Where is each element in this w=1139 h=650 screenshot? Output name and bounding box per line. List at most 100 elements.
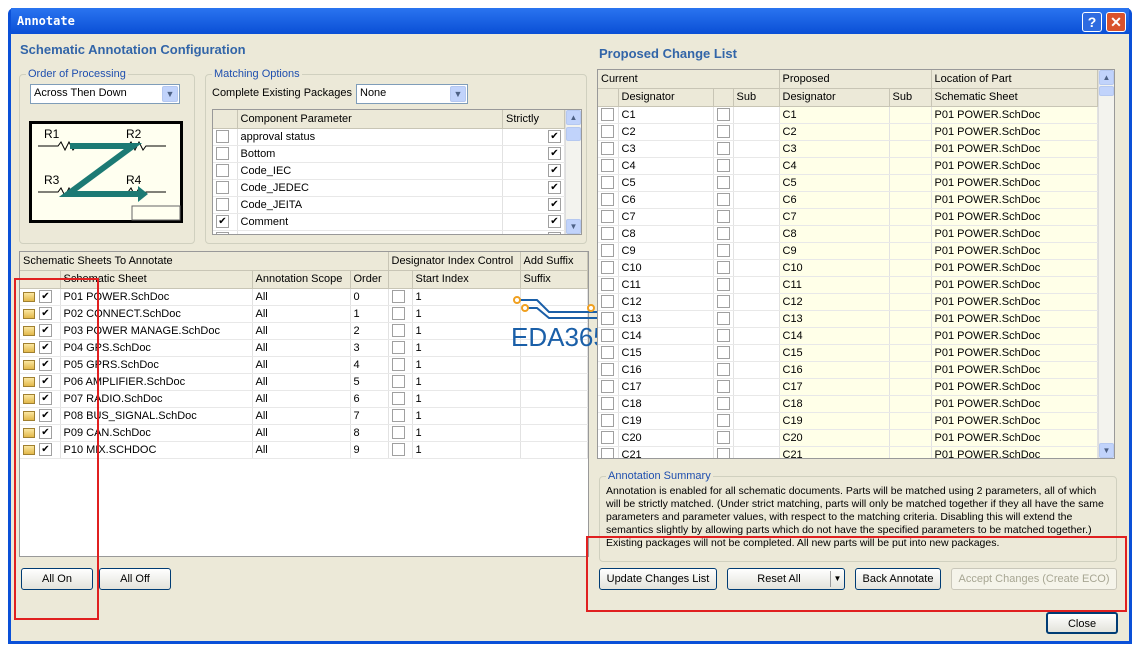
sub-checkbox[interactable] (713, 378, 734, 396)
close-button[interactable]: Close (1046, 612, 1118, 634)
checkbox[interactable] (601, 329, 614, 342)
start-index[interactable]: 1 (412, 288, 521, 306)
sub-checkbox[interactable] (713, 344, 734, 362)
checkbox[interactable] (716, 346, 730, 359)
change-checkbox[interactable] (598, 242, 619, 260)
order[interactable]: 0 (350, 288, 389, 306)
start-index[interactable]: 1 (412, 339, 521, 357)
start-index[interactable]: 1 (412, 441, 521, 459)
change-row[interactable]: C20 C20 P01 POWER.SchDoc (598, 429, 1098, 447)
parameter-checkbox[interactable] (213, 179, 238, 197)
strictly-checkbox[interactable]: ✔ (502, 128, 565, 146)
change-row[interactable]: C1 C1 P01 POWER.SchDoc (598, 106, 1098, 124)
checkbox[interactable] (601, 363, 614, 376)
strictly-checkbox[interactable]: ✔ (502, 179, 565, 197)
change-row[interactable]: C12 C12 P01 POWER.SchDoc (598, 293, 1098, 311)
annotation-scope[interactable]: All (252, 441, 351, 459)
change-checkbox[interactable] (598, 259, 619, 277)
suffix[interactable] (520, 373, 588, 391)
checkbox[interactable] (716, 363, 730, 376)
parameter-row[interactable]: ✔ Comment ✔ (213, 213, 565, 231)
checkbox[interactable]: ✔ (548, 164, 561, 177)
checkbox[interactable] (716, 278, 730, 291)
change-checkbox[interactable] (598, 293, 619, 311)
checkbox[interactable]: ✔ (548, 181, 561, 194)
checkbox[interactable] (601, 176, 614, 189)
change-checkbox[interactable] (598, 327, 619, 345)
change-checkbox[interactable] (598, 208, 619, 226)
checkbox[interactable]: ✔ (548, 147, 561, 160)
start-index[interactable]: 1 (412, 424, 521, 442)
header-order[interactable]: Order (350, 270, 389, 289)
checkbox[interactable] (216, 130, 229, 143)
checkbox[interactable] (391, 358, 405, 371)
checkbox[interactable] (391, 409, 405, 422)
checkbox[interactable] (391, 375, 405, 388)
suffix[interactable] (520, 390, 588, 408)
sub-checkbox[interactable] (713, 191, 734, 209)
checkbox[interactable] (601, 227, 614, 240)
sub-checkbox[interactable] (713, 208, 734, 226)
parameter-row[interactable]: approval status ✔ (213, 128, 565, 146)
change-checkbox[interactable] (598, 429, 619, 447)
parameter-checkbox[interactable]: ✔ (213, 213, 238, 231)
index-checkbox[interactable] (388, 390, 413, 408)
checkbox[interactable] (601, 159, 614, 172)
header-annotation-scope[interactable]: Annotation Scope (252, 270, 351, 289)
change-row[interactable]: C3 C3 P01 POWER.SchDoc (598, 140, 1098, 158)
parameter-row[interactable]: Component Kind ✔ (213, 230, 565, 234)
sheet-row[interactable]: ✔ P06 AMPLIFIER.SchDoc All 5 1 (20, 373, 588, 391)
sheet-row[interactable]: ✔ P08 BUS_SIGNAL.SchDoc All 7 1 (20, 407, 588, 425)
change-checkbox[interactable] (598, 412, 619, 430)
change-row[interactable]: C4 C4 P01 POWER.SchDoc (598, 157, 1098, 175)
start-index[interactable]: 1 (412, 407, 521, 425)
checkbox[interactable]: ✔ (548, 232, 561, 234)
suffix[interactable] (520, 441, 588, 459)
order[interactable]: 8 (350, 424, 389, 442)
header-schematic-sheet[interactable]: Schematic Sheet (931, 88, 1098, 107)
sub-checkbox[interactable] (713, 429, 734, 447)
checkbox[interactable] (716, 397, 730, 410)
change-checkbox[interactable] (598, 310, 619, 328)
checkbox[interactable] (391, 392, 405, 405)
index-checkbox[interactable] (388, 407, 413, 425)
change-row[interactable]: C16 C16 P01 POWER.SchDoc (598, 361, 1098, 379)
parameter-row[interactable]: Code_JEITA ✔ (213, 196, 565, 214)
sub-checkbox[interactable] (713, 174, 734, 192)
change-row[interactable]: C21 C21 P01 POWER.SchDoc (598, 446, 1098, 458)
change-row[interactable]: C9 C9 P01 POWER.SchDoc (598, 242, 1098, 260)
checkbox[interactable] (601, 142, 614, 155)
annotation-scope[interactable]: All (252, 356, 351, 374)
checkbox[interactable]: ✔ (548, 130, 561, 143)
sub-checkbox[interactable] (713, 412, 734, 430)
checkbox[interactable] (216, 147, 229, 160)
checkbox[interactable] (601, 346, 614, 359)
header-proposed-designator[interactable]: Designator (779, 88, 890, 107)
checkbox[interactable] (716, 193, 730, 206)
sheet-row[interactable]: ✔ P04 GPS.SchDoc All 3 1 (20, 339, 588, 357)
checkbox[interactable] (716, 380, 730, 393)
sheet-row[interactable]: ✔ P07 RADIO.SchDoc All 6 1 (20, 390, 588, 408)
sub-checkbox[interactable] (713, 259, 734, 277)
sub-checkbox[interactable] (713, 140, 734, 158)
change-row[interactable]: C13 C13 P01 POWER.SchDoc (598, 310, 1098, 328)
change-checkbox[interactable] (598, 191, 619, 209)
checkbox[interactable] (716, 414, 730, 427)
start-index[interactable]: 1 (412, 373, 521, 391)
change-row[interactable]: C18 C18 P01 POWER.SchDoc (598, 395, 1098, 413)
annotation-scope[interactable]: All (252, 407, 351, 425)
annotation-scope[interactable]: All (252, 305, 351, 323)
parameter-checkbox[interactable] (213, 230, 238, 234)
checkbox[interactable] (601, 312, 614, 325)
sheet-row[interactable]: ✔ P09 CAN.SchDoc All 8 1 (20, 424, 588, 442)
change-checkbox[interactable] (598, 225, 619, 243)
checkbox[interactable] (716, 142, 730, 155)
checkbox[interactable] (601, 278, 614, 291)
change-row[interactable]: C11 C11 P01 POWER.SchDoc (598, 276, 1098, 294)
order[interactable]: 4 (350, 356, 389, 374)
start-index[interactable]: 1 (412, 305, 521, 323)
checkbox[interactable] (391, 324, 405, 337)
checkbox[interactable] (601, 261, 614, 274)
strictly-checkbox[interactable]: ✔ (502, 213, 565, 231)
change-checkbox[interactable] (598, 446, 619, 458)
